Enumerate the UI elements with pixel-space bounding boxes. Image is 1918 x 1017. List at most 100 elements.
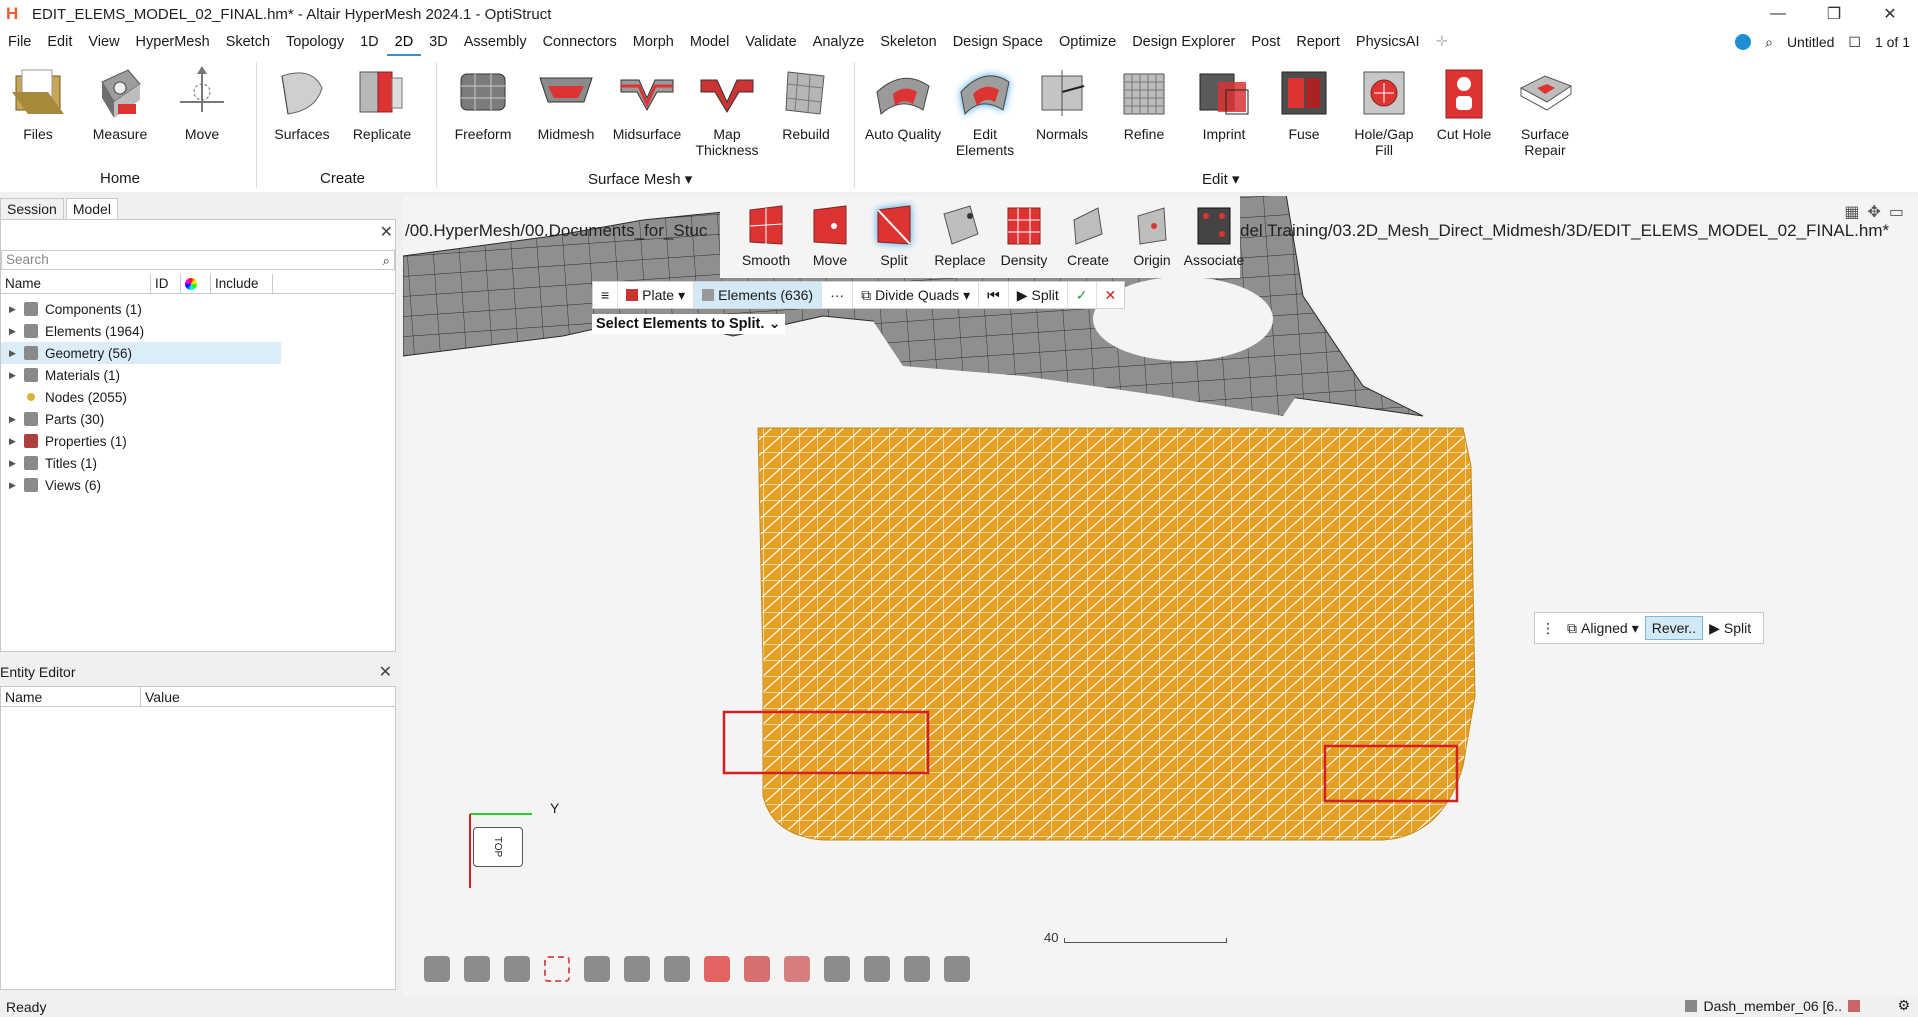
apply-split-button[interactable]: ▶ Split — [1009, 282, 1068, 308]
column-include[interactable]: Include — [211, 274, 273, 293]
menu-1d[interactable]: 1D — [352, 28, 387, 56]
origin-tool[interactable]: Origin — [1120, 204, 1184, 268]
grid-icon[interactable]: ▦ — [1844, 202, 1859, 222]
column-value[interactable]: Value — [141, 687, 180, 706]
menu-analyze[interactable]: Analyze — [805, 28, 873, 56]
menu-morph[interactable]: Morph — [625, 28, 682, 56]
chevron-right-icon[interactable]: ▶ — [9, 348, 21, 359]
tree-item-geometry[interactable]: ▶ Geometry (56) — [1, 342, 281, 364]
fit-view-icon[interactable] — [544, 956, 570, 982]
tree-item-properties[interactable]: ▶ Properties (1) — [1, 430, 281, 452]
menu-skeleton[interactable]: Skeleton — [872, 28, 944, 56]
tab-session[interactable]: Session — [0, 198, 64, 220]
session-name[interactable]: Untitled — [1787, 34, 1834, 50]
rebuild-tool[interactable]: Rebuild — [774, 62, 838, 142]
menu-edit[interactable]: Edit — [39, 28, 80, 56]
confirm-check-icon[interactable]: ✓ — [1068, 282, 1097, 308]
menu-validate[interactable]: Validate — [737, 28, 804, 56]
tree-item-components[interactable]: ▶ Components (1) — [1, 298, 281, 320]
fuse-tool[interactable]: Fuse — [1272, 62, 1336, 142]
split-tool[interactable]: Split — [864, 204, 924, 268]
isolate-icon[interactable] — [584, 956, 610, 982]
measure-tool[interactable]: Measure — [88, 62, 152, 142]
style-icon[interactable] — [784, 956, 810, 982]
menu-topology[interactable]: Topology — [278, 28, 352, 56]
close-icon[interactable]: ✕ — [380, 222, 393, 242]
lock-icon[interactable] — [944, 956, 970, 982]
map-thickness-tool[interactable]: Map Thickness — [694, 62, 760, 158]
restore-button[interactable]: ❐ — [1806, 0, 1862, 28]
maximize-icon[interactable]: ▭ — [1889, 202, 1904, 222]
page-icon[interactable]: ☐ — [1848, 34, 1861, 51]
view-cube[interactable]: TOP — [464, 808, 532, 888]
imprint-tool[interactable]: Imprint — [1192, 62, 1256, 142]
hole-gap-fill-tool[interactable]: Hole/Gap Fill — [1344, 62, 1424, 158]
tree-item-nodes[interactable]: Nodes (2055) — [1, 386, 281, 408]
aligned-select[interactable]: ⧉ Aligned ▾ — [1561, 616, 1645, 640]
menu-connectors[interactable]: Connectors — [535, 28, 625, 56]
menu-post[interactable]: Post — [1243, 28, 1288, 56]
chevron-right-icon[interactable]: ▶ — [9, 458, 21, 469]
midmesh-tool[interactable]: Midmesh — [534, 62, 598, 142]
close-icon[interactable]: ✕ — [379, 662, 392, 682]
move-view-icon[interactable]: ✥ — [1867, 202, 1880, 222]
current-component[interactable]: Dash_member_06 [6.. — [1703, 998, 1842, 1014]
search-input[interactable]: Search ⌕ — [1, 250, 395, 270]
globe-icon[interactable] — [464, 956, 490, 982]
menu-hypermesh[interactable]: HyperMesh — [128, 28, 218, 56]
surface-repair-tool[interactable]: Surface Repair — [1510, 62, 1580, 158]
cut-hole-tool[interactable]: Cut Hole — [1432, 62, 1496, 142]
move-subtool[interactable]: Move — [800, 204, 860, 268]
tree-item-elements[interactable]: ▶ Elements (1964) — [1, 320, 281, 342]
tree-item-views[interactable]: ▶ Views (6) — [1, 474, 281, 496]
clipping-icon[interactable] — [664, 956, 690, 982]
column-id[interactable]: ID — [151, 274, 181, 293]
chevron-right-icon[interactable]: ▶ — [9, 480, 21, 491]
close-button[interactable]: ✕ — [1862, 0, 1918, 28]
chevron-right-icon[interactable]: ▶ — [9, 326, 21, 337]
tab-model[interactable]: Model — [65, 198, 118, 220]
tree-item-titles[interactable]: ▶ Titles (1) — [1, 452, 281, 474]
drag-handle-icon[interactable]: ⋮ — [1535, 616, 1561, 640]
menu-report[interactable]: Report — [1288, 28, 1348, 56]
replace-tool[interactable]: Replace — [928, 204, 992, 268]
chevron-right-icon[interactable]: ▶ — [9, 370, 21, 381]
menu-3d[interactable]: 3D — [421, 28, 456, 56]
menu-2d[interactable]: 2D — [386, 28, 422, 56]
menu-design-space[interactable]: Design Space — [945, 28, 1051, 56]
visibility-icon[interactable] — [424, 956, 450, 982]
cube-face-top[interactable]: TOP — [473, 827, 523, 867]
column-color[interactable] — [181, 274, 211, 293]
chevron-down-icon[interactable]: ⌄ — [768, 316, 780, 332]
column-name[interactable]: Name — [1, 687, 141, 706]
more-options-button[interactable]: ··· — [822, 282, 854, 308]
zoom-icon[interactable] — [864, 956, 890, 982]
midsurface-tool[interactable]: Midsurface — [613, 62, 681, 142]
menu-sketch[interactable]: Sketch — [218, 28, 278, 56]
color-by-icon[interactable] — [704, 956, 730, 982]
associate-tool[interactable]: Associate — [1182, 204, 1246, 268]
axis-icon[interactable] — [824, 956, 850, 982]
smooth-tool[interactable]: Smooth — [736, 204, 796, 268]
auto-quality-tool[interactable]: Auto Quality — [864, 62, 942, 142]
binoculars-icon[interactable] — [504, 956, 530, 982]
menu-model[interactable]: Model — [682, 28, 738, 56]
menu-design-explorer[interactable]: Design Explorer — [1124, 28, 1243, 56]
settings-icon[interactable]: ⚙ — [1897, 997, 1910, 1014]
chevron-right-icon[interactable]: ▶ — [9, 436, 21, 447]
chevron-right-icon[interactable]: ▶ — [9, 414, 21, 425]
menu-physicsai[interactable]: PhysicsAI — [1348, 28, 1428, 56]
column-name[interactable]: Name — [1, 274, 151, 293]
tree-item-parts[interactable]: ▶ Parts (30) — [1, 408, 281, 430]
split-mode-select[interactable]: ⧉ Divide Quads ▾ — [853, 282, 980, 308]
reverse-button[interactable]: Rever.. — [1644, 616, 1704, 640]
add-ribbon-icon[interactable]: ✛ — [1428, 28, 1456, 56]
move-tool[interactable]: Move — [170, 62, 234, 142]
reset-icon[interactable]: ⏮ — [979, 282, 1009, 308]
menu-optimize[interactable]: Optimize — [1051, 28, 1124, 56]
micro-split-button[interactable]: ▶ Split — [1703, 616, 1757, 640]
show-icon[interactable] — [624, 956, 650, 982]
surfaces-tool[interactable]: Surfaces — [270, 62, 334, 142]
chat-icon[interactable] — [1735, 34, 1752, 50]
refine-tool[interactable]: Refine — [1112, 62, 1176, 142]
